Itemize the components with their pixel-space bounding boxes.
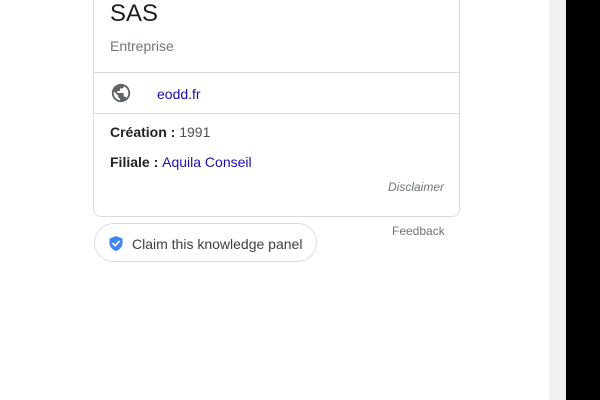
feedback-link[interactable]: Feedback (392, 223, 445, 239)
scrollbar-track[interactable] (549, 0, 566, 400)
divider (94, 113, 459, 114)
fact-label: Filiale : (110, 154, 163, 170)
fact-subsidiary: Filiale : Aquila Conseil (110, 153, 252, 171)
website-row: eodd.fr (94, 73, 459, 113)
knowledge-panel-subtitle: Entreprise (110, 38, 174, 54)
website-link[interactable]: eodd.fr (157, 85, 201, 103)
knowledge-panel-title: SAS (110, 0, 159, 27)
fact-value: 1991 (179, 124, 211, 140)
claim-button-label: Claim this knowledge panel (132, 236, 303, 252)
fact-creation: Création : 1991 (110, 123, 210, 141)
shield-check-icon (109, 236, 123, 251)
window-edge (566, 0, 600, 400)
claim-knowledge-panel-button[interactable]: Claim this knowledge panel (94, 223, 317, 262)
search-results-page: SAS Entreprise eodd.fr Création : 1991 F… (0, 0, 600, 400)
globe-icon (110, 82, 132, 104)
fact-label: Création : (110, 124, 180, 140)
knowledge-panel: SAS Entreprise eodd.fr Création : 1991 F… (93, 0, 460, 217)
subsidiary-link[interactable]: Aquila Conseil (162, 154, 252, 170)
disclaimer-link[interactable]: Disclaimer (388, 179, 444, 195)
